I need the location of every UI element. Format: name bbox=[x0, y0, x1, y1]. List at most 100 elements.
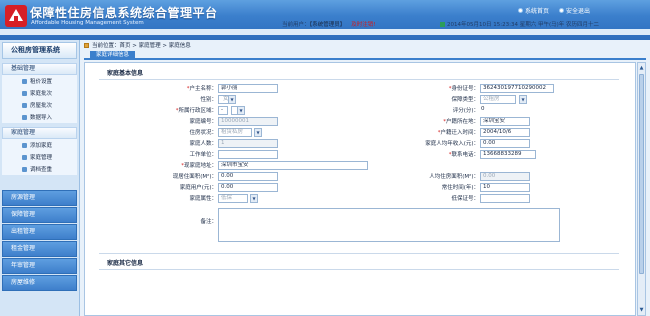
sidebar-group-basic[interactable]: 基础管理 bbox=[2, 63, 77, 75]
section-basic-title: 家庭基本信息 bbox=[107, 70, 144, 77]
income-label: 家庭人均年收入(元)： bbox=[425, 141, 479, 147]
exit-icon bbox=[559, 8, 564, 13]
score-label: 评分(分)： bbox=[452, 108, 479, 114]
sidebar-group-repair[interactable]: 房屋维修 bbox=[2, 275, 77, 291]
sidebar-group-annual[interactable]: 年审管理 bbox=[2, 258, 77, 274]
sidebar-title: 公租房管理系统 bbox=[2, 42, 77, 59]
member-count-label: 家庭人数： bbox=[189, 141, 217, 147]
home-link[interactable]: 系统首页 bbox=[518, 6, 549, 15]
chevron-down-icon: ▼ bbox=[228, 96, 235, 103]
sidebar: 公租房管理系统 基础管理 租价设置 家庭批次 房屋批次 数据导入 家庭管理 添加… bbox=[0, 40, 80, 316]
section-other-title: 家庭其它信息 bbox=[107, 260, 144, 267]
attribute-dropdown-button[interactable]: ▼ bbox=[250, 194, 258, 203]
area-avg-label: 人均住房面积(M²)： bbox=[429, 174, 479, 180]
phone-label: *联系电话： bbox=[448, 152, 479, 158]
id-no-input[interactable]: 362430197710290002 bbox=[480, 84, 554, 93]
doc-icon bbox=[22, 114, 27, 120]
rent-type-label: 家庭用户(元)： bbox=[179, 185, 217, 191]
doc-icon bbox=[22, 102, 27, 108]
sidebar-group-house[interactable]: 房源管理 bbox=[2, 190, 77, 206]
family-no-label: 家庭编号： bbox=[189, 119, 217, 125]
residency-input[interactable]: 10 bbox=[480, 183, 530, 192]
district-select-2[interactable]: ▼ bbox=[231, 106, 245, 115]
calendar-icon bbox=[440, 21, 445, 27]
panel-scrollbar[interactable]: ▲ ▼ bbox=[637, 62, 646, 316]
residency-label: 常住时间(年)： bbox=[441, 185, 479, 191]
sidebar-group-guarantee[interactable]: 保障管理 bbox=[2, 207, 77, 223]
sidebar-group-family[interactable]: 家庭管理 bbox=[2, 127, 77, 139]
household-reg-label: *户籍所在地： bbox=[443, 119, 479, 125]
status-bar: 当前用户：【系统管理员】 及时注销! 2014年05月10日 15:23:34 星… bbox=[0, 19, 650, 29]
address-input[interactable]: 深圳市宝安 bbox=[218, 161, 368, 170]
income-input[interactable]: 0.00 bbox=[480, 139, 530, 148]
divider bbox=[99, 269, 619, 270]
phone-input[interactable]: 13668833289 bbox=[480, 150, 536, 159]
housing-status-label: 住房状况： bbox=[189, 130, 217, 136]
area-now-input[interactable]: 0.00 bbox=[218, 172, 278, 181]
sidebar-item-dup-check[interactable]: 调档查重 bbox=[2, 163, 77, 175]
home-icon bbox=[518, 8, 523, 13]
work-unit-input[interactable] bbox=[218, 150, 278, 159]
sidebar-item-import[interactable]: 数据导入 bbox=[2, 111, 77, 123]
scroll-up-icon[interactable]: ▲ bbox=[639, 64, 644, 72]
header-band bbox=[0, 29, 650, 35]
chevron-down-icon: ▼ bbox=[237, 107, 244, 114]
sidebar-group-lease[interactable]: 出租管理 bbox=[2, 224, 77, 240]
tab-strip: 家庭详细信息 bbox=[84, 50, 646, 60]
head-name-label: *户主名称： bbox=[186, 86, 217, 92]
doc-icon bbox=[22, 154, 27, 160]
logout-link[interactable]: 安全退出 bbox=[559, 6, 590, 15]
housing-status-select[interactable]: 租赁私房 bbox=[218, 128, 252, 137]
location-icon bbox=[84, 42, 89, 48]
gender-label: 性别： bbox=[200, 97, 217, 103]
scroll-down-icon[interactable]: ▼ bbox=[639, 306, 644, 314]
sidebar-item-family-batch[interactable]: 家庭批次 bbox=[2, 87, 77, 99]
certificate-input[interactable] bbox=[480, 194, 530, 203]
move-date-label: *户籍迁入时间： bbox=[437, 130, 479, 136]
logout-reminder[interactable]: 及时注销! bbox=[351, 22, 375, 28]
guarantee-label: 保障类型： bbox=[451, 97, 479, 103]
divider bbox=[99, 253, 619, 254]
doc-icon bbox=[22, 166, 27, 172]
attribute-label: 家庭属性： bbox=[189, 196, 217, 202]
sidebar-item-rent-setting[interactable]: 租价设置 bbox=[2, 75, 77, 87]
breadcrumb: 当前位置：首页 > 家庭管理 > 家庭信息 bbox=[84, 40, 646, 50]
address-label: *现家庭地址： bbox=[181, 163, 217, 169]
sidebar-item-family-manage[interactable]: 家庭管理 bbox=[2, 151, 77, 163]
district-select-1[interactable]: - bbox=[218, 106, 228, 115]
remark-label: 备注： bbox=[200, 219, 217, 225]
tab-family-detail[interactable]: 家庭详细信息 bbox=[90, 51, 136, 60]
household-reg-input[interactable]: 深圳宝安 bbox=[480, 117, 530, 126]
id-no-label: *身份证号： bbox=[448, 86, 479, 92]
chevron-down-icon: ▼ bbox=[254, 129, 261, 136]
certificate-label: 低保证号： bbox=[451, 196, 479, 202]
area-avg-input[interactable]: 0.00 bbox=[480, 172, 530, 181]
app-header: 保障性住房信息系统综合管理平台 Affordable Housing Manag… bbox=[0, 0, 650, 40]
housing-status-dropdown-button[interactable]: ▼ bbox=[254, 128, 262, 137]
sidebar-item-add-family[interactable]: 添加家庭 bbox=[2, 139, 77, 151]
chevron-down-icon: ▼ bbox=[519, 96, 526, 103]
area-now-label: 现居住面积(M²)： bbox=[172, 174, 217, 180]
gender-select[interactable]: 女 ▼ bbox=[218, 95, 236, 104]
district-label: *所属行政区域： bbox=[175, 108, 217, 114]
guarantee-dropdown-button[interactable]: ▼ bbox=[519, 95, 527, 104]
current-user: 当前用户：【系统管理员】 及时注销! bbox=[282, 22, 376, 28]
scroll-thumb[interactable] bbox=[639, 74, 644, 274]
doc-icon bbox=[22, 78, 27, 84]
divider bbox=[99, 79, 619, 80]
main-content: 当前位置：首页 > 家庭管理 > 家庭信息 家庭详细信息 家庭基本信息 *户主名… bbox=[80, 40, 650, 316]
datetime: 2014年05月10日 15:23:34 星期六 甲午(马)年 农历四月十二 bbox=[440, 20, 599, 28]
detail-panel: 家庭基本信息 *户主名称： 郭小丽 *身份证号： 362430197710290… bbox=[84, 62, 636, 316]
remark-textarea[interactable] bbox=[218, 208, 560, 242]
guarantee-select[interactable]: 公租房 bbox=[480, 95, 516, 104]
sidebar-group-rent[interactable]: 租金管理 bbox=[2, 241, 77, 257]
head-name-input[interactable]: 郭小丽 bbox=[218, 84, 278, 93]
doc-icon bbox=[22, 142, 27, 148]
attribute-select[interactable]: 低保 bbox=[218, 194, 248, 203]
rent-type-input[interactable]: 0.00 bbox=[218, 183, 278, 192]
move-date-input[interactable]: 2004/10/6 bbox=[480, 128, 530, 137]
member-count-input[interactable]: 1 bbox=[218, 139, 278, 148]
score-value: 0 bbox=[481, 106, 485, 112]
sidebar-item-house-batch[interactable]: 房屋批次 bbox=[2, 99, 77, 111]
family-no-input[interactable]: 10000001 bbox=[218, 117, 278, 126]
